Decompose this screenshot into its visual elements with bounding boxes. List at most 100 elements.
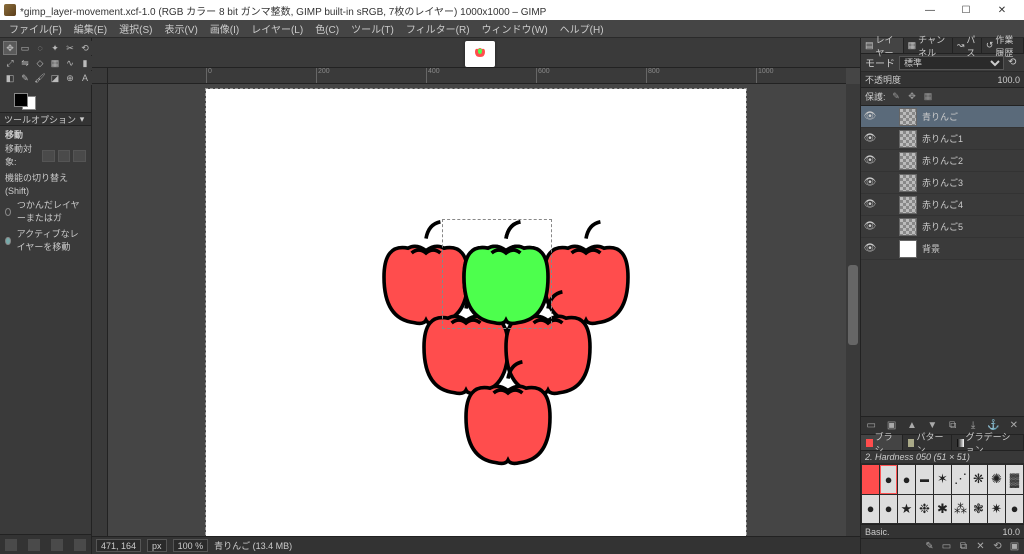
menu-windows[interactable]: ウィンドウ(W) <box>477 20 553 37</box>
tool-options-restore-icon[interactable] <box>28 539 40 551</box>
tool-cage[interactable]: ▦ <box>48 56 62 70</box>
layer-row[interactable]: 👁 赤りんご5 <box>861 216 1024 238</box>
menu-select[interactable]: 選択(S) <box>114 20 157 37</box>
menu-colors[interactable]: 色(C) <box>310 20 344 37</box>
layer-thumbnail[interactable] <box>899 174 917 192</box>
brush-item[interactable] <box>862 465 879 494</box>
tool-rotate[interactable]: ⟲ <box>78 41 92 55</box>
tab-paths[interactable]: ↝パス <box>953 38 982 53</box>
delete-brush-icon[interactable]: ✕ <box>975 541 986 552</box>
image-tab[interactable] <box>465 41 495 67</box>
vertical-scrollbar-thumb[interactable] <box>848 265 858 345</box>
layer-name[interactable]: 背景 <box>922 242 940 255</box>
tab-history[interactable]: ↺作業履歴 <box>982 38 1024 53</box>
layer-thumbnail[interactable] <box>899 130 917 148</box>
tab-brushes[interactable]: ブラシ <box>861 435 903 450</box>
move-target-selection-button[interactable] <box>58 150 71 162</box>
brush-item[interactable]: ★ <box>898 495 915 524</box>
tool-options-reset-icon[interactable] <box>74 539 86 551</box>
tab-channels[interactable]: ▦チャンネル <box>904 38 953 53</box>
brush-item[interactable]: ● <box>898 465 915 494</box>
layer-row[interactable]: 👁 赤りんご1 <box>861 128 1024 150</box>
tool-eraser[interactable]: ◪ <box>48 71 62 85</box>
layer-thumbnail[interactable] <box>899 196 917 214</box>
move-target-path-button[interactable] <box>73 150 86 162</box>
tab-gradients[interactable]: グラデーション <box>952 435 1024 450</box>
canvas-viewport[interactable] <box>108 84 846 536</box>
brush-item[interactable]: ⁂ <box>952 495 969 524</box>
tab-patterns[interactable]: パターン <box>903 435 952 450</box>
duplicate-layer-icon[interactable]: ⧉ <box>947 420 959 432</box>
menu-filters[interactable]: フィルター(R) <box>401 20 475 37</box>
layer-visibility-icon[interactable]: 👁 <box>863 177 877 188</box>
brush-item[interactable]: ❃ <box>970 495 987 524</box>
foreground-color[interactable] <box>14 93 28 107</box>
tool-crop[interactable]: ✂ <box>63 41 77 55</box>
brush-item[interactable]: ✶ <box>934 465 951 494</box>
layer-name[interactable]: 赤りんご4 <box>922 198 963 211</box>
mode-reset-icon[interactable]: ⟲ <box>1008 57 1020 68</box>
tool-clone[interactable]: ⊕ <box>63 71 77 85</box>
tool-move[interactable]: ✥ <box>3 41 17 55</box>
layer-name[interactable]: 赤りんご1 <box>922 132 963 145</box>
ruler-vertical[interactable] <box>92 84 108 536</box>
tool-text[interactable]: A <box>78 71 92 85</box>
tool-flip[interactable]: ⇋ <box>18 56 32 70</box>
brush-item[interactable]: ❋ <box>970 465 987 494</box>
brush-spacing-value[interactable]: 10.0 <box>1002 527 1020 537</box>
layer-row[interactable]: 👁赤りんご4 <box>861 194 1024 216</box>
tool-perspective[interactable]: ◇ <box>33 56 47 70</box>
tool-brush[interactable]: 🖌 <box>33 71 47 85</box>
layer-name[interactable]: 赤りんご2 <box>922 154 963 167</box>
layer-visibility-icon[interactable]: 👁 <box>863 133 877 144</box>
tool-options-save-icon[interactable] <box>5 539 17 551</box>
lock-pixels-icon[interactable]: ✎ <box>891 91 902 102</box>
tool-scale[interactable]: ⤢ <box>3 56 17 70</box>
move-target-layer-button[interactable] <box>42 150 55 162</box>
layer-thumbnail[interactable] <box>899 240 917 258</box>
layer-row[interactable]: 👁青りんご <box>861 106 1024 128</box>
tool-pencil[interactable]: ✎ <box>18 71 32 85</box>
brush-item[interactable]: ⋰ <box>952 465 969 494</box>
tool-warp[interactable]: ∿ <box>63 56 77 70</box>
new-brush-icon[interactable]: ▭ <box>941 541 952 552</box>
tool-options-close-icon[interactable]: ▾ <box>77 114 87 124</box>
brush-item-selected[interactable]: ● <box>880 465 897 494</box>
maximize-button[interactable]: ☐ <box>948 0 984 20</box>
layer-visibility-icon[interactable]: 👁 <box>863 111 877 122</box>
edit-brush-icon[interactable]: ✎ <box>924 541 935 552</box>
menu-tools[interactable]: ツール(T) <box>346 20 399 37</box>
brush-item[interactable]: ● <box>862 495 879 524</box>
radio-active-layer[interactable] <box>5 237 11 245</box>
lock-alpha-icon[interactable]: ▦ <box>923 91 934 102</box>
layer-row[interactable]: 👁 背景 <box>861 238 1024 260</box>
brush-item[interactable]: ✺ <box>988 465 1005 494</box>
layer-visibility-icon[interactable]: 👁 <box>863 155 877 166</box>
opacity-row[interactable]: 不透明度 100.0 <box>861 72 1024 88</box>
layer-name[interactable]: 赤りんご5 <box>922 220 963 233</box>
menu-layer[interactable]: レイヤー(L) <box>246 20 308 37</box>
brush-item[interactable]: ▓ <box>1006 465 1023 494</box>
layer-visibility-icon[interactable]: 👁 <box>863 221 877 232</box>
vertical-scrollbar[interactable] <box>846 84 860 536</box>
zoom-selector[interactable]: 100 % <box>173 539 209 552</box>
brush-item[interactable]: ❉ <box>916 495 933 524</box>
brush-item[interactable]: ● <box>880 495 897 524</box>
mode-select[interactable]: 標準 <box>899 56 1004 70</box>
menu-file[interactable]: ファイル(F) <box>4 20 67 37</box>
brush-item[interactable]: ✷ <box>988 495 1005 524</box>
lock-position-icon[interactable]: ✥ <box>907 91 918 102</box>
radio-pick-layer[interactable] <box>5 208 11 216</box>
layer-visibility-icon[interactable]: 👁 <box>863 243 877 254</box>
layer-row[interactable]: 👁 赤りんご2 <box>861 150 1024 172</box>
menu-edit[interactable]: 編集(E) <box>69 20 112 37</box>
unit-selector[interactable]: px <box>147 539 167 552</box>
layer-thumbnail[interactable] <box>899 108 917 126</box>
brush-item[interactable]: ▬ <box>916 465 933 494</box>
menu-view[interactable]: 表示(V) <box>159 20 202 37</box>
minimize-button[interactable]: — <box>912 0 948 20</box>
tool-gradient[interactable]: ◧ <box>3 71 17 85</box>
menu-image[interactable]: 画像(I) <box>205 20 244 37</box>
tool-free-select[interactable]: ◌ <box>33 41 47 55</box>
tool-options-delete-icon[interactable] <box>51 539 63 551</box>
